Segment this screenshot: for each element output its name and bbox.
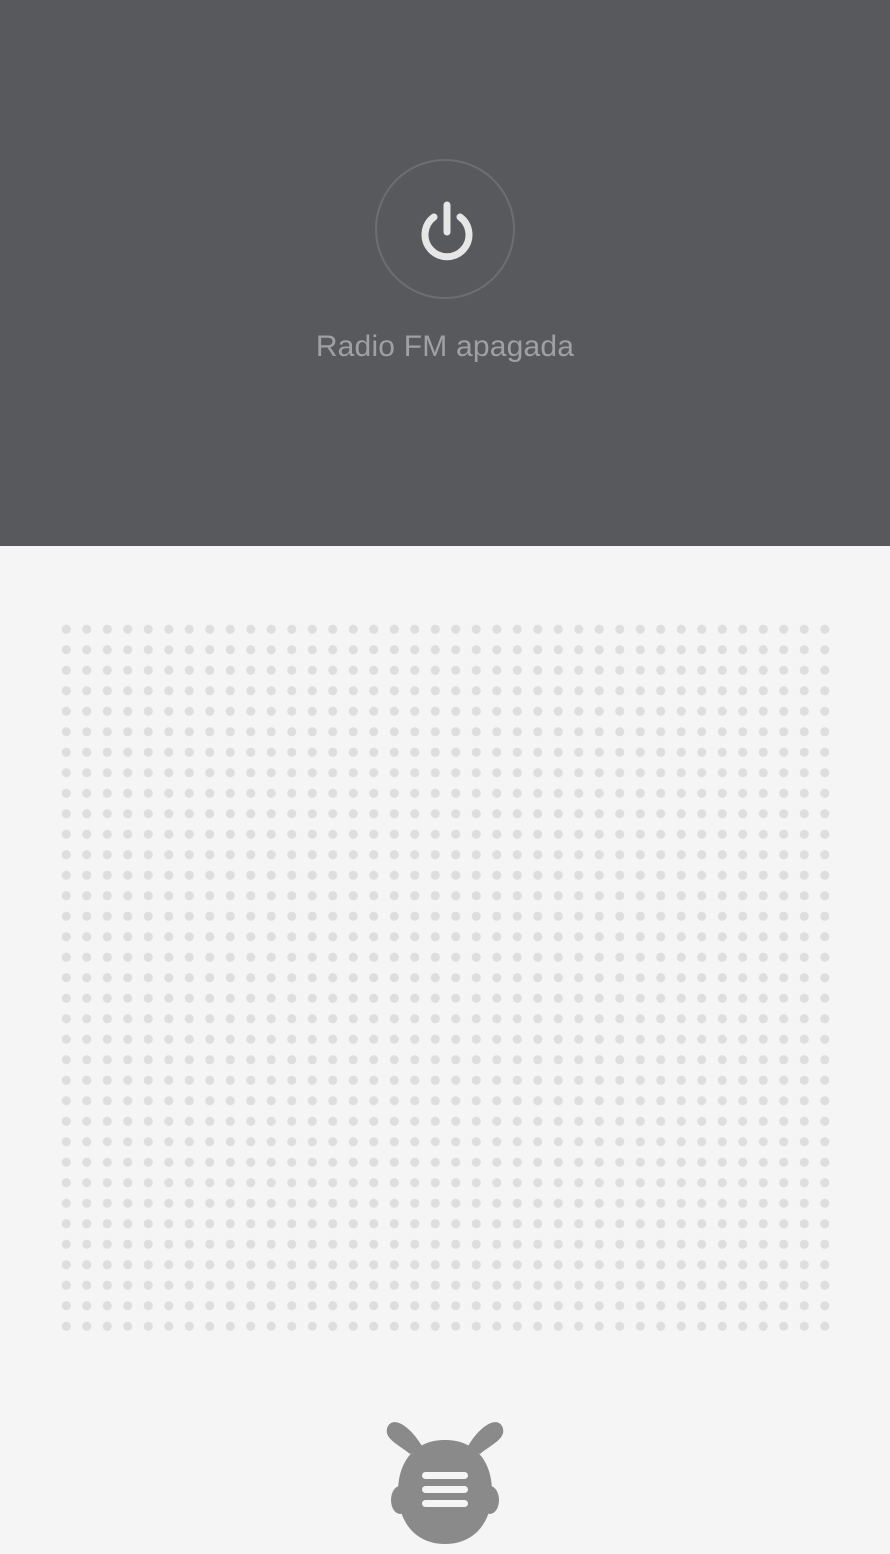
speaker-grille <box>56 619 834 1335</box>
mascot-menu-icon <box>386 1422 504 1544</box>
menu-button[interactable] <box>380 1416 510 1548</box>
radio-status-label: Radio FM apagada <box>315 330 575 363</box>
radio-status-panel: Radio FM apagada <box>0 0 890 546</box>
power-icon <box>421 201 473 261</box>
power-button[interactable] <box>375 159 515 299</box>
